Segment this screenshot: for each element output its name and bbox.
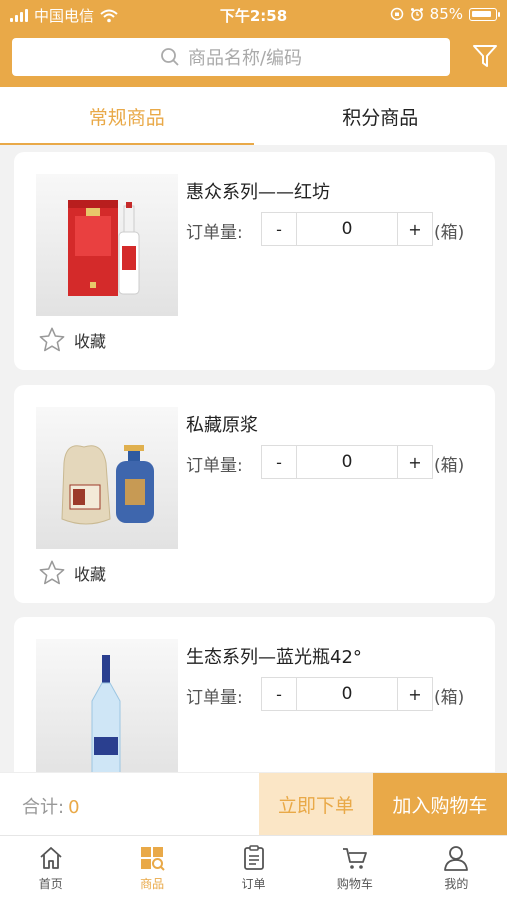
product-image[interactable] xyxy=(36,174,178,316)
tabbar-item-orders[interactable]: 订单 xyxy=(203,836,304,900)
favorite-label: 收藏 xyxy=(74,332,107,351)
tabbar-label: 我的 xyxy=(444,877,469,891)
decrease-button[interactable]: - xyxy=(262,213,296,245)
alarm-icon xyxy=(410,8,423,21)
battery-icon xyxy=(469,7,500,21)
home-icon xyxy=(40,847,62,869)
rotation-lock-icon xyxy=(390,7,403,21)
favorite-button[interactable]: 收藏 xyxy=(38,559,106,587)
increase-button[interactable]: + xyxy=(398,678,432,710)
filter-button[interactable] xyxy=(470,40,500,72)
favorite-label: 收藏 xyxy=(74,565,107,584)
tabbar-item-products[interactable]: 商品 xyxy=(101,836,202,900)
cart-icon xyxy=(342,848,367,869)
place-order-button[interactable]: 立即下单 xyxy=(259,773,373,836)
total-summary: 合计: 0 xyxy=(22,793,80,819)
search-icon xyxy=(161,48,179,66)
unit-label: (箱) xyxy=(434,688,465,708)
product-card[interactable]: 惠众系列——红坊 订单量: - 0 + (箱) 收藏 xyxy=(14,152,495,370)
quantity-input[interactable]: 0 xyxy=(296,213,398,245)
tabbar-label: 订单 xyxy=(241,877,266,891)
quantity-stepper: - 0 + xyxy=(261,212,433,246)
decrease-button[interactable]: - xyxy=(262,678,296,710)
star-icon xyxy=(39,327,65,352)
star-icon xyxy=(39,560,65,585)
tabbar-label: 商品 xyxy=(140,877,165,891)
add-to-cart-button[interactable]: 加入购物车 xyxy=(373,773,507,836)
product-name: 生态系列—蓝光瓶42° xyxy=(186,647,362,668)
quantity-label: 订单量: xyxy=(186,688,243,708)
quantity-stepper: - 0 + xyxy=(261,677,433,711)
decrease-button[interactable]: - xyxy=(262,446,296,478)
order-list-icon xyxy=(243,845,264,870)
product-name: 惠众系列——红坊 xyxy=(186,182,330,203)
product-name: 私藏原浆 xyxy=(186,415,258,436)
total-value: 0 xyxy=(68,797,80,818)
product-image[interactable] xyxy=(36,639,178,772)
tab-regular-products[interactable]: 常规商品 xyxy=(0,87,254,145)
unit-label: (箱) xyxy=(434,456,465,476)
category-tabs: 常规商品 积分商品 xyxy=(0,87,507,145)
battery-percent: 85% xyxy=(429,5,463,23)
tabbar-item-mine[interactable]: 我的 xyxy=(406,836,507,900)
header: 中国电信 下午2:58 85% 商品名称/编码 xyxy=(0,0,507,87)
bottom-tabbar: 首页 商品 订单 购物车 我的 xyxy=(0,835,507,900)
tab-points-products[interactable]: 积分商品 xyxy=(254,87,507,145)
quantity-input[interactable]: 0 xyxy=(296,446,398,478)
unit-label: (箱) xyxy=(434,223,465,243)
quantity-label: 订单量: xyxy=(186,456,243,476)
tabbar-item-home[interactable]: 首页 xyxy=(0,836,101,900)
search-placeholder: 商品名称/编码 xyxy=(187,48,303,69)
increase-button[interactable]: + xyxy=(398,446,432,478)
tabbar-item-cart[interactable]: 购物车 xyxy=(304,836,405,900)
product-card[interactable]: 生态系列—蓝光瓶42° 订单量: - 0 + (箱) 收藏 xyxy=(14,617,495,772)
status-bar: 中国电信 下午2:58 85% xyxy=(0,0,507,30)
product-image[interactable] xyxy=(36,407,178,549)
grid-search-icon xyxy=(141,847,165,871)
increase-button[interactable]: + xyxy=(398,213,432,245)
quantity-stepper: - 0 + xyxy=(261,445,433,479)
favorite-button[interactable]: 收藏 xyxy=(38,326,106,354)
total-label: 合计: xyxy=(22,797,65,818)
product-card[interactable]: 私藏原浆 订单量: - 0 + (箱) 收藏 xyxy=(14,385,495,603)
user-icon xyxy=(444,846,469,871)
tabbar-label: 购物车 xyxy=(336,877,373,891)
filter-icon xyxy=(473,45,497,67)
product-list[interactable]: 惠众系列——红坊 订单量: - 0 + (箱) 收藏 私藏原浆 订单量: - 0… xyxy=(0,145,507,772)
quantity-input[interactable]: 0 xyxy=(296,678,398,710)
tabbar-label: 首页 xyxy=(38,877,63,891)
summary-bar: 合计: 0 立即下单 加入购物车 xyxy=(0,772,507,836)
search-input[interactable]: 商品名称/编码 xyxy=(12,38,450,76)
quantity-label: 订单量: xyxy=(186,223,243,243)
